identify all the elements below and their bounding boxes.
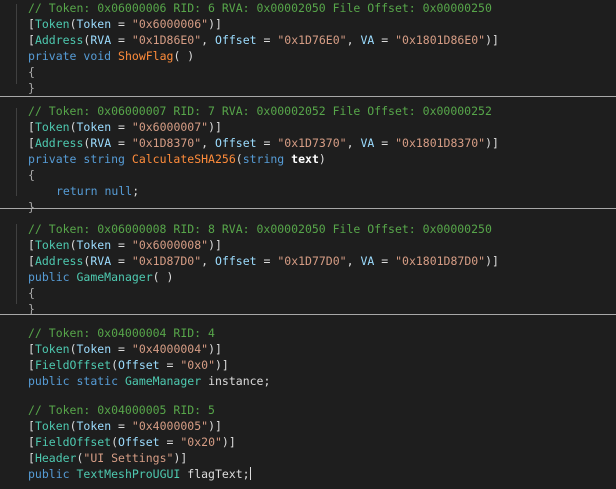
address-attribute-line: [Address(RVA = "0x1D86E0", Offset = "0x1… (28, 33, 499, 47)
code-editor[interactable]: // Token: 0x06000006 RID: 6 RVA: 0x00002… (0, 0, 616, 489)
return-statement: return null; (56, 184, 140, 198)
address-attribute-line: [Address(RVA = "0x1D87D0", Offset = "0x1… (28, 254, 499, 268)
text-caret (249, 467, 251, 480)
comment-line: // Token: 0x06000007 RID: 7 RVA: 0x00002… (28, 104, 492, 118)
method-signature-calculate-sha256[interactable]: private string CalculateSHA256(string te… (28, 151, 326, 167)
constructor-signature-game-manager[interactable]: public GameManager( ) (28, 269, 173, 285)
comment-line: // Token: 0x04000005 RID: 5 (28, 403, 215, 417)
token-attribute-line: [Token(Token = "0x6000008")] (28, 238, 222, 252)
indent-guide (16, 4, 17, 84)
fieldoffset-attribute-line: [FieldOffset(Offset = "0x0")] (28, 358, 229, 372)
header-attribute-line: [Header("UI Settings")] (28, 451, 188, 465)
close-brace: } (28, 81, 35, 95)
field-declaration-instance[interactable]: public static GameManager instance; (28, 373, 270, 389)
comment-line: // Token: 0x06000008 RID: 8 RVA: 0x00002… (28, 222, 492, 236)
token-attribute-line: [Token(Token = "0x4000005")] (28, 419, 222, 433)
field-declaration-flag-text[interactable]: public TextMeshProUGUI flagText; (28, 466, 251, 482)
method-name-calculate-sha256[interactable]: CalculateSHA256 (132, 152, 236, 166)
type-game-manager[interactable]: GameManager (125, 374, 201, 388)
open-brace: { (28, 168, 35, 182)
method-separator (0, 314, 616, 315)
method-signature-show-flag[interactable]: private void ShowFlag( ) (28, 48, 194, 64)
indent-guide (16, 224, 17, 304)
indent-guide (16, 108, 17, 196)
method-name-show-flag[interactable]: ShowFlag (118, 49, 173, 63)
method-separator (0, 96, 616, 97)
type-text-mesh-pro-ugui[interactable]: TextMeshProUGUI (76, 467, 180, 481)
open-brace: { (28, 286, 35, 300)
comment-line: // Token: 0x04000004 RID: 4 (28, 326, 215, 340)
token-attribute-line: [Token(Token = "0x6000006")] (28, 17, 222, 31)
parameter-text[interactable]: text (291, 152, 319, 166)
method-separator (0, 208, 616, 209)
constructor-name-game-manager[interactable]: GameManager (76, 270, 152, 284)
field-name-instance[interactable]: instance (208, 374, 263, 388)
field-name-flag-text[interactable]: flagText (187, 467, 242, 481)
address-attribute-line: [Address(RVA = "0x1D8370", Offset = "0x1… (28, 136, 499, 150)
open-brace: { (28, 65, 35, 79)
token-attribute-line: [Token(Token = "0x6000007")] (28, 120, 222, 134)
fieldoffset-attribute-line: [FieldOffset(Offset = "0x20")] (28, 435, 236, 449)
token-attribute-line: [Token(Token = "0x4000004")] (28, 342, 222, 356)
comment-line: // Token: 0x06000006 RID: 6 RVA: 0x00002… (28, 1, 492, 15)
close-brace: } (28, 200, 35, 214)
